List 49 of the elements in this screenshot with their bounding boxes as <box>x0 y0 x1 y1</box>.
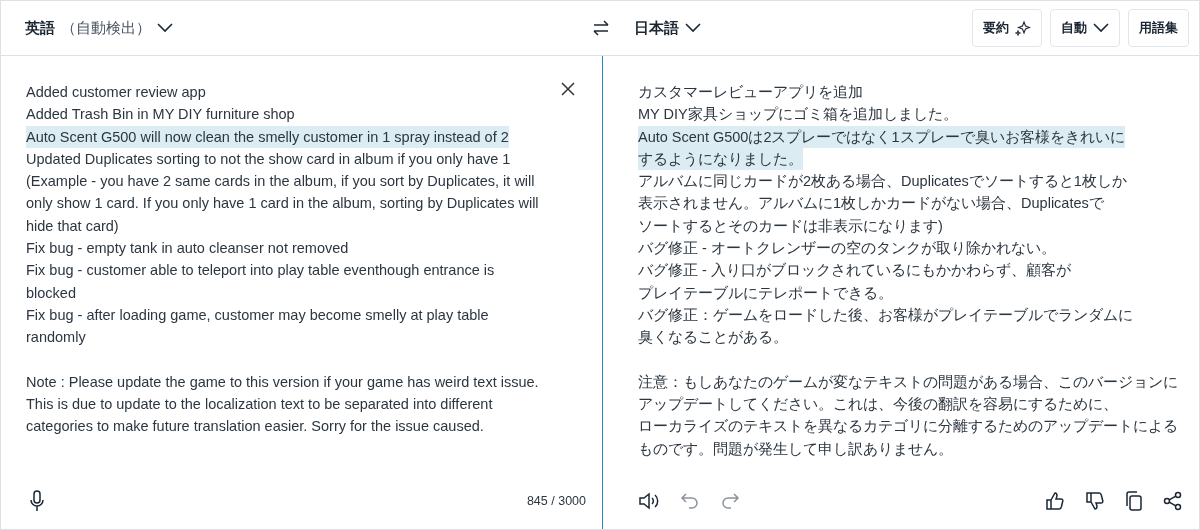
microphone-icon[interactable] <box>29 490 45 512</box>
source-text-line: Fix bug - empty tank in auto cleanser not removed <box>26 239 349 259</box>
speaker-icon[interactable] <box>638 491 660 511</box>
source-text-line: Added Trash Bin in MY DIY furniture shop <box>26 105 295 125</box>
character-count: 845 / 3000 <box>526 494 586 508</box>
translation-text-line: 注意：もしあなたのゲームが変なテキストの問題がある場合、このバージョンに <box>638 372 1178 392</box>
source-text-line: Updated Duplicates sorting to not the show card in album if you only have 1 <box>26 149 511 169</box>
source-text-line: blocked <box>26 283 76 303</box>
translation-text-line: プレイテーブルにテレポートできる。 <box>638 283 893 303</box>
translation-text-line: バグ修正 - オートクレンザーの空のタンクが取り除かれない。 <box>638 239 1056 259</box>
translation-text-line: MY DIY家具ショップにゴミ箱を追加しました。 <box>638 105 958 125</box>
translation-text-line: カスタマーレビューアプリを追加 <box>638 83 863 102</box>
close-icon[interactable] <box>561 82 575 96</box>
thumbs-up-icon[interactable] <box>1045 491 1065 511</box>
translation-text-line: 臭くなることがある。 <box>638 328 788 348</box>
translation-text-line: ローカライズのテキストを異なるカテゴリに分離するためのアップデートによる <box>638 417 1178 437</box>
source-language-selector[interactable]: 英語 （自動検出） <box>25 18 173 38</box>
source-text-line: categories to make future translation easier. Sorry for the issue caused. <box>26 417 484 437</box>
detected-label: （自動検出） <box>61 18 151 38</box>
undo-icon[interactable] <box>680 492 700 510</box>
summarize-button[interactable]: 要約 <box>972 9 1042 47</box>
translation-text-line: バグ修正 - 入り口がブロックされているにもかかわらず、顧客が <box>638 261 1071 281</box>
source-text-line: Fix bug - customer able to teleport into play table eventhough entrance is <box>26 261 495 281</box>
translation-text-line: アルバムに同じカードが2枚ある場合、Duplicatesでソートすると1枚しか <box>638 172 1127 192</box>
source-text-line: only show 1 card. If you only have 1 card in the album, sorting by Duplicates will <box>26 194 539 214</box>
swap-icon[interactable] <box>592 19 610 37</box>
translation-text-line: バグ修正：ゲームをロードした後、お客様がプレイテーブルでランダムに <box>638 305 1133 325</box>
source-text-line: Note : Please update the game to this version if your game has weird text issue. <box>26 372 539 392</box>
copy-icon[interactable] <box>1125 491 1143 511</box>
source-text-line: hide that card) <box>26 216 119 236</box>
source-text-line: (Example - you have 2 same cards in the album, if you sort by Duplicates, it will <box>26 172 535 192</box>
source-text-line: This is due to update to the localization text to be separated into different <box>26 395 493 415</box>
chevron-down-icon <box>1093 23 1109 33</box>
translation-text-line: 表示されません。アルバムに1枚しかカードがない場合、Duplicatesで <box>638 194 1104 214</box>
translation-text-line: アップデートしてください。これは、今後の翻訳を容易にするために、 <box>638 395 1118 415</box>
target-language-selector[interactable]: 日本語 <box>634 18 701 38</box>
translation-text-line: ソートするとそのカードは非表示になります) <box>638 216 943 236</box>
glossary-button[interactable]: 用語集 <box>1128 9 1189 47</box>
source-text-line: Added customer review app <box>26 83 206 102</box>
thumbs-down-icon[interactable] <box>1085 491 1105 511</box>
share-icon[interactable] <box>1163 491 1183 511</box>
translation-text-line: ものです。問題が発生して申し訳ありません。 <box>638 439 953 459</box>
chevron-down-icon <box>685 23 701 33</box>
chevron-down-icon <box>157 23 173 33</box>
source-text-line: randomly <box>26 328 86 348</box>
source-text-line: Fix bug - after loading game, customer may become smelly at play table <box>26 305 489 325</box>
sparkle-icon <box>1015 20 1031 36</box>
redo-icon[interactable] <box>720 492 740 510</box>
tone-dropdown[interactable]: 自動 <box>1050 9 1120 47</box>
